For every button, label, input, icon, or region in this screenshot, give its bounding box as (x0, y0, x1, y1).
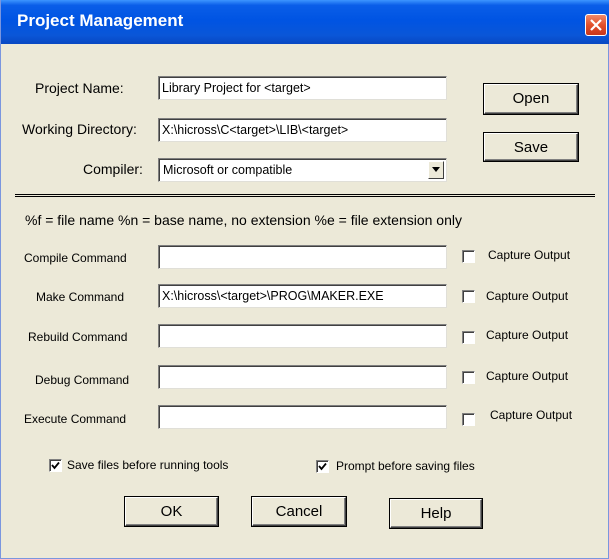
title-bar[interactable]: Project Management (1, 0, 609, 44)
checkmark-icon (318, 462, 327, 471)
project-name-label: Project Name: (35, 80, 124, 96)
rebuild-capture-checkbox[interactable] (462, 331, 475, 344)
rebuild-command-label: Rebuild Command (28, 330, 128, 344)
chevron-down-icon[interactable] (428, 161, 444, 179)
close-icon (590, 19, 602, 31)
prompt-saving-checkbox[interactable] (316, 460, 329, 473)
debug-capture-label: Capture Output (486, 369, 569, 383)
save-files-label: Save files before running tools (67, 458, 229, 472)
compiler-label: Compiler: (83, 161, 143, 177)
help-button[interactable]: Help (390, 499, 482, 528)
compile-capture-checkbox[interactable] (462, 250, 475, 263)
execute-command-input[interactable] (158, 405, 447, 429)
compile-command-input[interactable] (158, 245, 447, 269)
make-command-label: Make Command (36, 290, 125, 304)
prompt-saving-label: Prompt before saving files (336, 459, 475, 473)
execute-command-label: Execute Command (24, 412, 127, 426)
save-button[interactable]: Save (484, 133, 578, 161)
project-name-input[interactable]: Library Project for <target> (158, 76, 447, 100)
close-button[interactable] (585, 14, 607, 36)
open-button[interactable]: Open (484, 84, 578, 114)
working-directory-label: Working Directory: (22, 121, 137, 137)
cancel-button[interactable]: Cancel (252, 497, 346, 526)
save-files-checkbox[interactable] (49, 459, 62, 472)
compile-capture-label: Capture Output (488, 248, 571, 262)
execute-capture-label: Capture Output (490, 408, 573, 422)
execute-capture-checkbox[interactable] (462, 413, 475, 426)
make-capture-label: Capture Output (486, 289, 569, 303)
checkmark-icon (51, 461, 60, 470)
make-capture-checkbox[interactable] (462, 290, 475, 303)
rebuild-capture-label: Capture Output (486, 328, 569, 342)
debug-capture-checkbox[interactable] (462, 371, 475, 384)
separator-line (15, 194, 595, 195)
project-management-dialog: Project Management Project Name: Library… (0, 0, 609, 559)
placeholder-help-text: %f = file name %n = base name, no extens… (25, 212, 462, 228)
compile-command-label: Compile Command (24, 251, 127, 265)
working-directory-input[interactable]: X:\hicross\C<target>\LIB\<target> (158, 118, 447, 142)
debug-command-input[interactable] (158, 365, 447, 389)
ok-button[interactable]: OK (125, 497, 218, 526)
rebuild-command-input[interactable] (158, 324, 447, 348)
window-title: Project Management (17, 11, 184, 30)
debug-command-label: Debug Command (35, 373, 130, 387)
compiler-select[interactable]: Microsoft or compatible (158, 158, 447, 182)
make-command-input[interactable]: X:\hicross\<target>\PROG\MAKER.EXE (158, 284, 447, 308)
compiler-selected-value: Microsoft or compatible (163, 163, 293, 177)
separator-line (15, 196, 595, 197)
